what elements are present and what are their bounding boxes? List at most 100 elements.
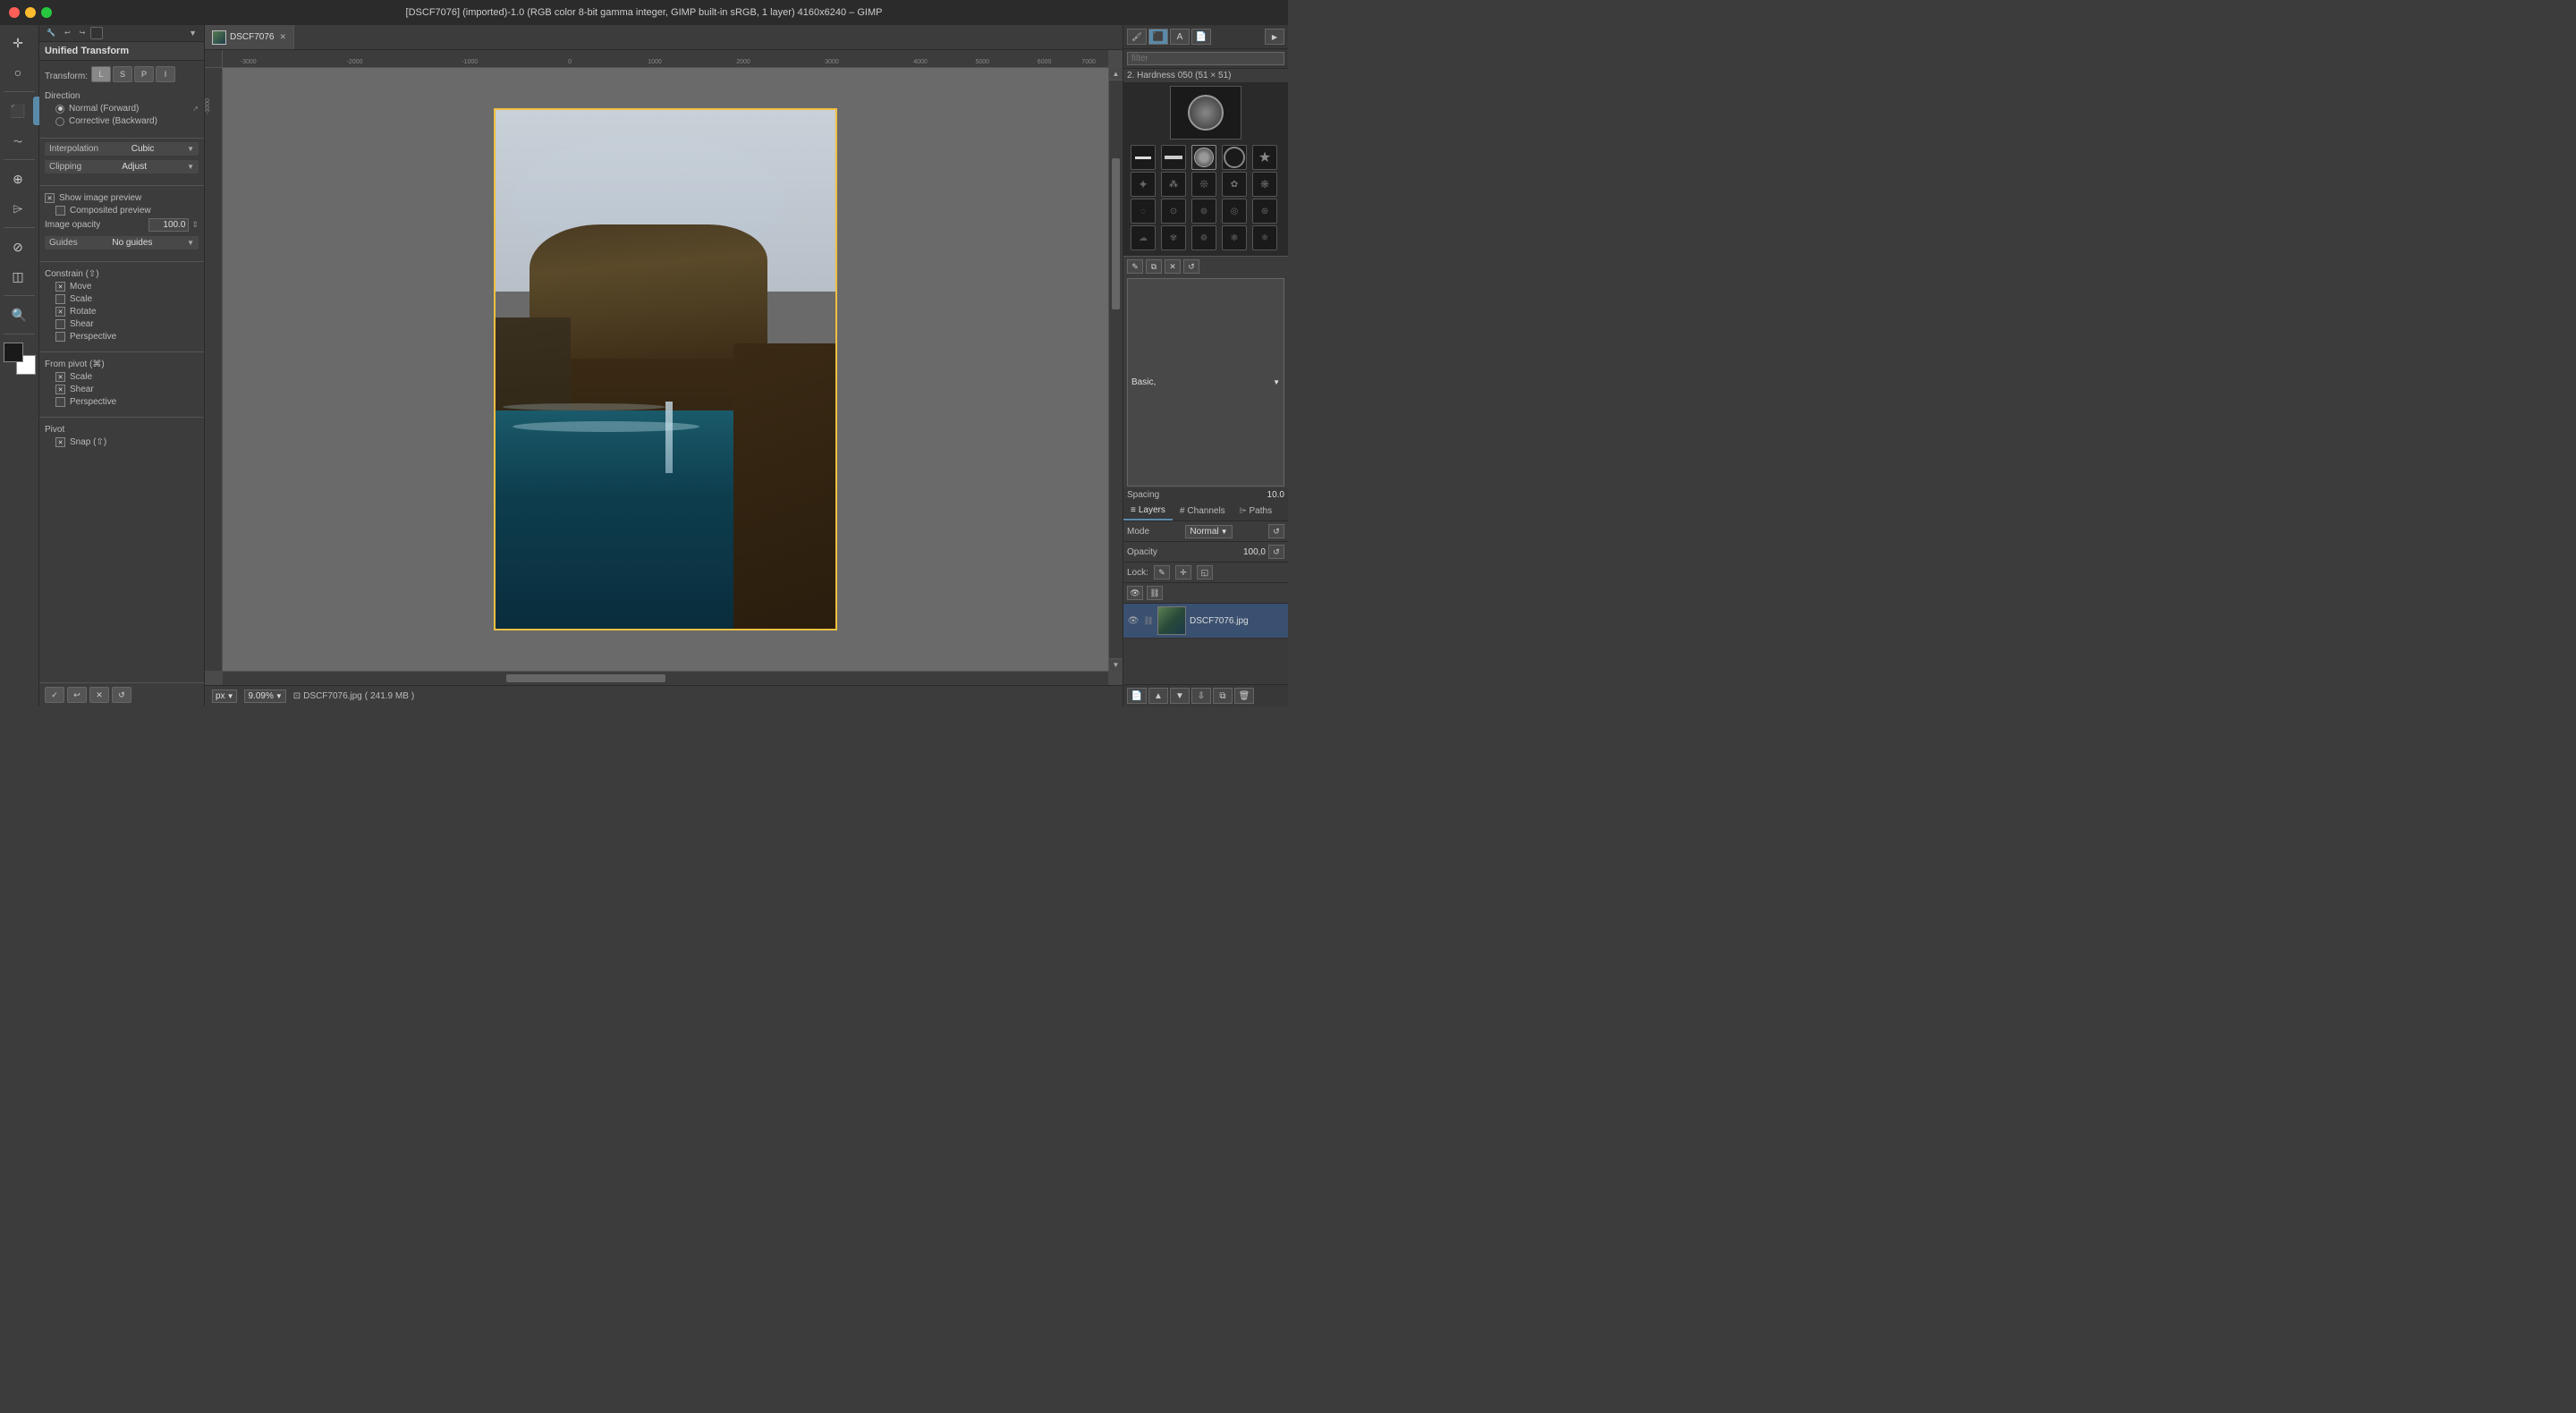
brush-item[interactable]: ⊙ bbox=[1161, 199, 1186, 224]
scrollbar-h-thumb[interactable] bbox=[506, 674, 665, 682]
duplicate-layer-btn[interactable]: ⧉ bbox=[1213, 688, 1233, 704]
interpolation-dropdown[interactable]: Interpolation Cubic ▼ bbox=[45, 142, 199, 156]
transform-selection-btn[interactable]: S bbox=[113, 66, 132, 82]
maximize-button[interactable] bbox=[41, 7, 52, 18]
brush-item[interactable]: ❄ bbox=[1252, 225, 1277, 250]
merge-layers-btn[interactable]: ⇩ bbox=[1191, 688, 1211, 704]
constrain-scale-checkbox[interactable] bbox=[55, 294, 65, 304]
layer-row[interactable]: 👁 ⛓ DSCF7076.jpg bbox=[1123, 604, 1288, 639]
constrain-move-checkbox[interactable] bbox=[55, 282, 65, 292]
clone-tool[interactable]: ⊕ bbox=[4, 165, 32, 193]
transform-image-btn[interactable]: I bbox=[156, 66, 175, 82]
crop-tool[interactable]: ⬛ bbox=[4, 97, 32, 125]
brushes-icon-btn[interactable]: 🖌 bbox=[1127, 29, 1147, 45]
patterns-icon-btn[interactable]: ⬛ bbox=[1148, 29, 1168, 45]
brush-item[interactable]: ❃ bbox=[1222, 225, 1247, 250]
clipping-dropdown[interactable]: Clipping Adjust ▼ bbox=[45, 160, 199, 173]
tab-close-icon[interactable]: ✕ bbox=[279, 32, 286, 42]
undo-btn[interactable]: ↺ bbox=[112, 687, 131, 703]
brush-filter-input[interactable] bbox=[1127, 52, 1284, 65]
unit-selector[interactable]: px ▼ bbox=[212, 690, 237, 703]
window-controls[interactable] bbox=[9, 7, 52, 18]
tab-layers[interactable]: ≡ Layers bbox=[1123, 502, 1173, 520]
tab-channels[interactable]: # Channels bbox=[1173, 502, 1233, 520]
lasso-tool[interactable]: ○ bbox=[4, 58, 32, 87]
constrain-shear-checkbox[interactable] bbox=[55, 319, 65, 329]
tool-tab-collapse[interactable]: ▼ bbox=[185, 27, 200, 39]
lock-position-btn[interactable]: ✛ bbox=[1175, 565, 1191, 580]
brush-item[interactable]: ★ bbox=[1252, 145, 1277, 170]
brush-item[interactable]: ✿ bbox=[1222, 172, 1247, 197]
brush-delete-btn[interactable]: ✕ bbox=[1165, 259, 1181, 274]
scroll-down-btn[interactable]: ▼ bbox=[1109, 658, 1123, 671]
foreground-color[interactable] bbox=[4, 343, 23, 362]
brush-item[interactable]: ⊛ bbox=[1252, 199, 1277, 224]
move-tool[interactable]: ✛ bbox=[4, 29, 32, 57]
brush-item-selected[interactable] bbox=[1191, 145, 1216, 170]
brush-duplicate-btn[interactable]: ⧉ bbox=[1146, 259, 1162, 274]
brush-item[interactable]: ❋ bbox=[1252, 172, 1277, 197]
scrollbar-vertical[interactable]: ▲ ▼ bbox=[1108, 68, 1123, 671]
brush-edit-btn[interactable]: ✎ bbox=[1127, 259, 1143, 274]
move-layer-down-btn[interactable]: ▼ bbox=[1170, 688, 1190, 704]
tool-tab-2[interactable]: ↩ bbox=[61, 27, 74, 39]
image-opacity-spinner[interactable]: ⇕ bbox=[191, 220, 199, 230]
close-button[interactable] bbox=[9, 7, 20, 18]
mode-dropdown[interactable]: Normal ▼ bbox=[1185, 525, 1232, 538]
tool-tab-4[interactable] bbox=[90, 27, 103, 39]
transform-path-btn[interactable]: P bbox=[134, 66, 154, 82]
scrollbar-horizontal[interactable] bbox=[223, 671, 1108, 685]
opacity-undo-btn[interactable]: ↺ bbox=[1268, 545, 1284, 559]
guides-dropdown[interactable]: Guides No guides ▼ bbox=[45, 236, 199, 250]
lock-alpha-btn[interactable]: ◱ bbox=[1197, 565, 1213, 580]
brush-item[interactable]: ⁂ bbox=[1161, 172, 1186, 197]
move-layer-up-btn[interactable]: ▲ bbox=[1148, 688, 1168, 704]
image-opacity-value[interactable]: 100.0 bbox=[148, 218, 189, 232]
brush-item[interactable] bbox=[1131, 145, 1156, 170]
scroll-up-btn[interactable]: ▲ bbox=[1109, 68, 1123, 80]
delete-layer-btn[interactable]: 🗑 bbox=[1234, 688, 1254, 704]
zoom-selector[interactable]: 9.09% ▼ bbox=[244, 690, 285, 703]
snap-checkbox[interactable] bbox=[55, 437, 65, 447]
brush-item[interactable]: ⊚ bbox=[1191, 199, 1216, 224]
tool-tab-1[interactable]: 🔧 bbox=[43, 27, 59, 39]
layer-link-btn[interactable]: ⛓ bbox=[1143, 615, 1154, 626]
direction-normal-radio[interactable] bbox=[55, 105, 64, 114]
reset-btn[interactable]: ↩ bbox=[67, 687, 87, 703]
scrollbar-v-thumb[interactable] bbox=[1112, 158, 1120, 309]
brush-item[interactable] bbox=[1161, 145, 1186, 170]
minimize-button[interactable] bbox=[25, 7, 36, 18]
brush-large-preview[interactable] bbox=[1170, 86, 1241, 140]
eraser-tool[interactable]: ◫ bbox=[4, 262, 32, 291]
brush-item[interactable]: ❁ bbox=[1191, 225, 1216, 250]
brush-item[interactable]: ☁ bbox=[1131, 225, 1156, 250]
collapse-right-btn[interactable]: ▶ bbox=[1265, 29, 1284, 45]
eyedropper-tool[interactable]: ⊘ bbox=[4, 233, 32, 261]
opacity-value[interactable]: 100,0 bbox=[1243, 547, 1266, 557]
tool-tab-3[interactable]: ↪ bbox=[76, 27, 89, 39]
toggle-link-btn[interactable]: ⛓ bbox=[1147, 586, 1163, 600]
canvas-scroll-area[interactable] bbox=[223, 68, 1108, 671]
constrain-rotate-checkbox[interactable] bbox=[55, 307, 65, 317]
fonts-icon-btn[interactable]: A bbox=[1170, 29, 1190, 45]
brush-item[interactable]: ✾ bbox=[1161, 225, 1186, 250]
brush-preset-dropdown[interactable]: Basic, ▼ bbox=[1127, 278, 1284, 487]
zoom-tool[interactable]: 🔍 bbox=[5, 300, 34, 329]
new-layer-btn[interactable]: 📄 bbox=[1127, 688, 1147, 704]
brush-item[interactable]: ◌ bbox=[1131, 199, 1156, 224]
spacing-value[interactable]: 10.0 bbox=[1267, 490, 1284, 500]
layer-eye-btn[interactable]: 👁 bbox=[1127, 614, 1140, 627]
pivot-perspective-checkbox[interactable] bbox=[55, 397, 65, 407]
direction-corrective-radio[interactable] bbox=[55, 117, 64, 126]
toggle-visibility-btn[interactable]: 👁 bbox=[1127, 586, 1143, 600]
cancel-btn[interactable]: ✕ bbox=[89, 687, 109, 703]
color-indicators[interactable] bbox=[4, 343, 36, 375]
image-tab[interactable]: DSCF7076 ✕ bbox=[205, 25, 294, 49]
warp-tool[interactable]: 〜 bbox=[4, 126, 32, 155]
brush-item[interactable]: ❊ bbox=[1191, 172, 1216, 197]
brush-refresh-btn[interactable]: ↺ bbox=[1183, 259, 1199, 274]
transform-layer-btn[interactable]: L bbox=[91, 66, 111, 82]
paths-tool[interactable]: ⌲ bbox=[4, 194, 32, 223]
pivot-shear-checkbox[interactable] bbox=[55, 385, 65, 394]
lock-pixels-btn[interactable]: ✎ bbox=[1154, 565, 1170, 580]
